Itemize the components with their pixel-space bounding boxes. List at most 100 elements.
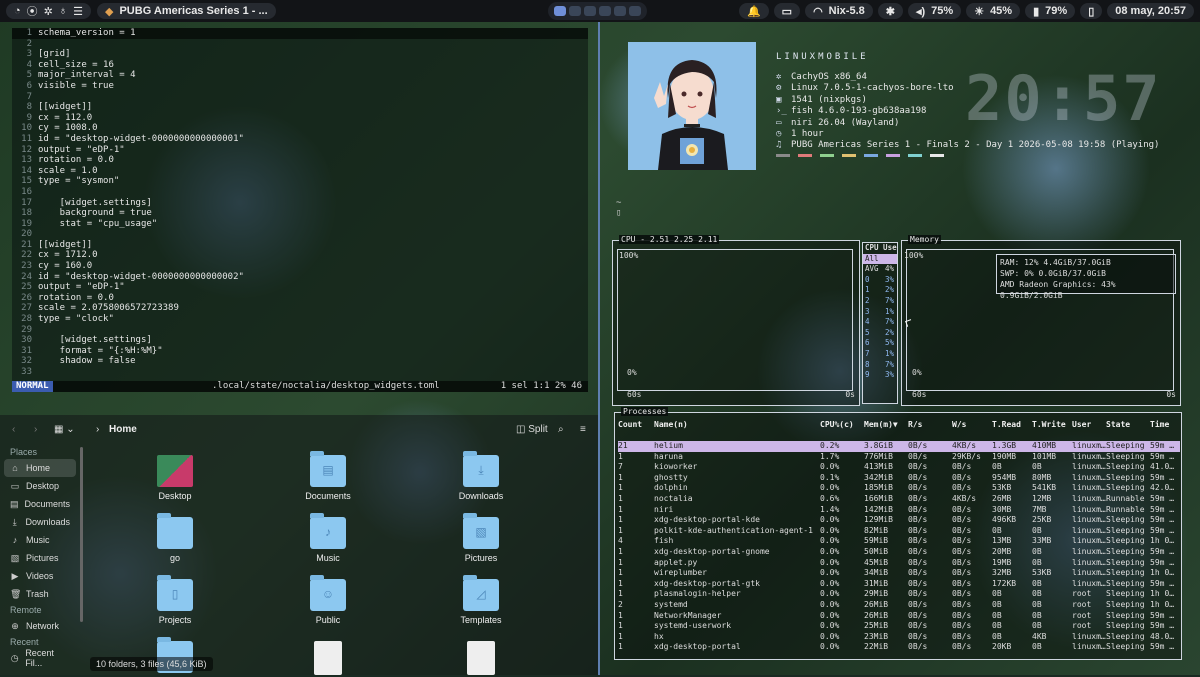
view-mode-icon[interactable]: ▦ ⌄ [54, 424, 75, 435]
process-row[interactable]: 1 wireplumber 0.0% 34MiB 0B/s 0B/s 32MB 53KB lin… [618, 568, 1180, 579]
process-table[interactable]: 21 helium 0.2% 3.8GiB 0B/s 4KB/s 1.3GB 410MB lin… [618, 441, 1180, 653]
tray-icons[interactable]: ◔ ⦿ ✲ ♁ ☰ [6, 3, 91, 19]
column-header[interactable]: State [1106, 420, 1150, 430]
sidebar-item-documents[interactable]: ▤ Documents [0, 495, 80, 513]
workspace-3[interactable] [584, 6, 596, 16]
tray-icon[interactable]: ◔ [14, 5, 21, 17]
file-tile[interactable]: ⤓ Downloads [431, 451, 531, 501]
text-editor[interactable]: 1 schema_version = 1 2 3 [grid] 4 cell_size = … [12, 28, 588, 392]
cpu-core-row[interactable]: 4 7% [863, 317, 897, 328]
column-header[interactable]: R/s [908, 420, 952, 430]
file-tile[interactable]: ♪ Music [278, 513, 378, 563]
tray-icon[interactable]: ✲ [44, 5, 53, 18]
date-time[interactable]: 08 may, 20:57 [1107, 3, 1194, 19]
workspace-switcher[interactable] [548, 2, 647, 20]
sidebar-scrollbar[interactable] [80, 447, 83, 622]
workspace-4[interactable] [599, 6, 611, 16]
column-header[interactable]: Mem(m)▼ [864, 420, 908, 430]
file-tile[interactable]: Desktop [125, 455, 225, 501]
file-tile[interactable] [278, 641, 378, 675]
process-row[interactable]: 1 niri 1.4% 142MiB 0B/s 0B/s 30MB 7MB linuxm… Run… [618, 505, 1180, 516]
sidebar-item-trash[interactable]: 🗑 Trash [0, 585, 80, 603]
cpu-core-row[interactable]: 2 7% [863, 296, 897, 307]
workspace-1[interactable] [554, 6, 566, 16]
process-row[interactable]: 1 polkit-kde-authentication-agent-1 0.0% 82… [618, 526, 1180, 537]
tray-icon[interactable]: ♁ [59, 5, 67, 17]
column-header[interactable]: CPU%(c) [820, 420, 864, 430]
file-tile[interactable] [431, 641, 531, 675]
cpu-core-row[interactable]: 6 5% [863, 338, 897, 349]
tray-icon[interactable]: ⦿ [27, 3, 38, 19]
cpu-core-row[interactable]: 5 2% [863, 328, 897, 339]
tray-icon[interactable]: ☰ [73, 5, 83, 18]
process-row[interactable]: 1 noctalia 0.6% 166MiB 0B/s 4KB/s 26MB 12MB linu… [618, 494, 1180, 505]
column-header[interactable]: T.Read [992, 420, 1032, 430]
clipboard-button[interactable]: ▭ [773, 3, 801, 19]
column-header[interactable]: Count [618, 420, 642, 430]
process-row[interactable]: 1 plasmalogin-helper 0.0% 29MiB 0B/s 0B/s 0B 0B… [618, 589, 1180, 600]
sidebar-item-videos[interactable]: ▶ Videos [0, 567, 80, 585]
search-icon[interactable]: ⌕ [558, 424, 564, 435]
sidebar-item-recent-fil-[interactable]: ◷ Recent Fil... [0, 648, 80, 668]
file-tile[interactable]: ▧ Pictures [431, 513, 531, 563]
forward-icon[interactable]: › [34, 424, 37, 435]
process-cell: linuxm… [1072, 472, 1106, 482]
process-row[interactable]: 1 xdg-desktop-portal-gnome 0.0% 50MiB 0B/s 0B… [618, 547, 1180, 558]
sidebar-item-home[interactable]: ⌂ Home [4, 459, 76, 477]
sidebar-item-network[interactable]: ⊕ Network [0, 617, 80, 635]
process-row[interactable]: 7 kioworker 0.0% 413MiB 0B/s 0B/s 0B 0B linuxm… S… [618, 462, 1180, 473]
cpu-core-row[interactable]: AVG 4% [863, 264, 897, 275]
cpu-core-row[interactable]: 3 1% [863, 307, 897, 318]
sidebar-item-music[interactable]: ♪ Music [0, 531, 80, 549]
bluetooth-button[interactable]: ✱ [877, 3, 903, 19]
lock-button[interactable]: ▯ [1080, 3, 1103, 19]
process-row[interactable]: 1 hx 0.0% 23MiB 0B/s 0B/s 0B 4KB linuxm… Sleeping… [618, 632, 1180, 643]
sidebar-item-desktop[interactable]: ▭ Desktop [0, 477, 80, 495]
cpu-core-row[interactable]: 1 2% [863, 285, 897, 296]
process-row[interactable]: 21 helium 0.2% 3.8GiB 0B/s 4KB/s 1.3GB 410MB lin… [618, 441, 1180, 452]
battery-status[interactable]: ▮ 79% [1025, 3, 1076, 19]
notification-button[interactable]: 🔔 [738, 3, 769, 19]
shell-prompt[interactable]: ~ ▯ [616, 198, 621, 218]
network-status[interactable]: ◠ Nix-5.8 [805, 3, 873, 19]
cpu-core-row[interactable]: 7 1% [863, 349, 897, 360]
brightness-status[interactable]: ☀ 45% [966, 3, 1021, 19]
cpu-core-row[interactable]: All [863, 253, 897, 265]
column-header[interactable]: T.Write [1032, 420, 1072, 430]
process-row[interactable]: 1 xdg-desktop-portal-gtk 0.0% 31MiB 0B/s 0B/s… [618, 579, 1180, 590]
volume-status[interactable]: ◂) 75% [907, 3, 962, 19]
breadcrumb-home[interactable]: Home [109, 424, 137, 435]
file-tile[interactable]: ▤ Documents [278, 451, 378, 501]
cpu-core-row[interactable]: 9 3% [863, 370, 897, 381]
menu-icon[interactable]: ≡ [580, 424, 586, 435]
column-header[interactable]: W/s [952, 420, 992, 430]
file-tile[interactable]: go [125, 513, 225, 563]
process-row[interactable]: 1 haruna 1.7% 776MiB 0B/s 29KB/s 190MB 101MB lin… [618, 452, 1180, 463]
process-row[interactable]: 2 systemd 0.0% 26MiB 0B/s 0B/s 0B 0B root Sleepin… [618, 600, 1180, 611]
workspace-6[interactable] [629, 6, 641, 16]
column-header[interactable]: User [1072, 420, 1106, 430]
cpu-core-row[interactable]: 0 3% [863, 275, 897, 286]
editor-buffer[interactable]: 1 schema_version = 1 2 3 [grid] 4 cell_size = … [12, 28, 588, 378]
workspace-2[interactable] [569, 6, 581, 16]
active-window[interactable]: ◆ PUBG Americas Series 1 - ... [97, 3, 276, 19]
process-row[interactable]: 1 dolphin 0.0% 185MiB 0B/s 0B/s 53KB 541KB linux… [618, 483, 1180, 494]
file-tile[interactable]: ▯ Projects [125, 575, 225, 625]
column-header[interactable]: Time [1150, 420, 1180, 430]
process-row[interactable]: 1 applet.py 0.0% 45MiB 0B/s 0B/s 19MB 0B linuxm…… [618, 558, 1180, 569]
sidebar-item-downloads[interactable]: ⤓ Downloads [0, 513, 80, 531]
process-row[interactable]: 1 systemd-userwork 0.0% 25MiB 0B/s 0B/s 0B 0B ro… [618, 621, 1180, 632]
column-header[interactable]: Name(n) [634, 420, 820, 430]
file-tile[interactable]: ◿ Templates [431, 575, 531, 625]
process-row[interactable]: 1 ghostty 0.1% 342MiB 0B/s 0B/s 954MB 80MB linux… [618, 473, 1180, 484]
file-tile[interactable]: ☺ Public [278, 575, 378, 625]
process-row[interactable]: 1 NetworkManager 0.0% 26MiB 0B/s 0B/s 0B 0B root… [618, 611, 1180, 622]
cpu-core-row[interactable]: 8 7% [863, 360, 897, 371]
split-button[interactable]: ◫ Split [516, 424, 548, 435]
back-icon[interactable]: ‹ [12, 424, 15, 435]
process-row[interactable]: 1 xdg-desktop-portal 0.0% 22MiB 0B/s 0B/s 20KB… [618, 642, 1180, 653]
process-row[interactable]: 1 xdg-desktop-portal-kde 0.0% 129MiB 0B/s 0B/… [618, 515, 1180, 526]
workspace-5[interactable] [614, 6, 626, 16]
sidebar-item-pictures[interactable]: ▧ Pictures [0, 549, 80, 567]
process-row[interactable]: 4 fish 0.0% 59MiB 0B/s 0B/s 13MB 33MB linuxm… Sle… [618, 536, 1180, 547]
